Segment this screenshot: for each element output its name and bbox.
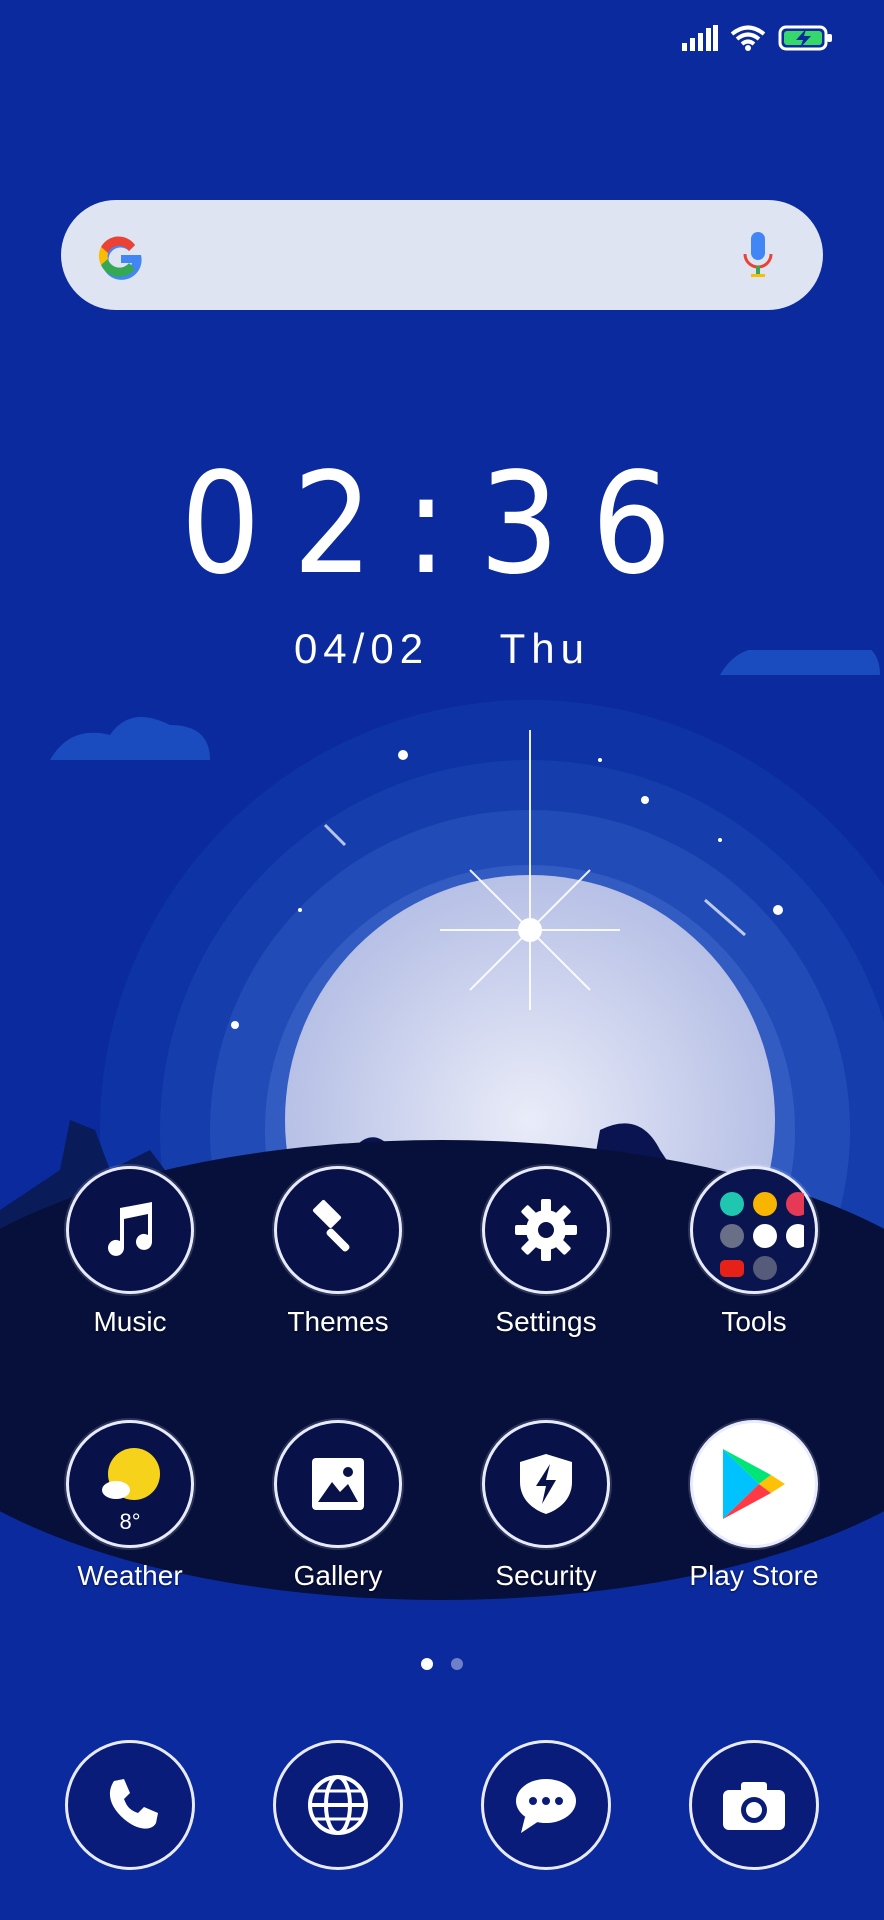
app-label: Gallery [293, 1560, 383, 1591]
dock-phone-circle [65, 1740, 195, 1870]
weather-temp: 8° [119, 1509, 141, 1534]
dock-messages[interactable] [481, 1740, 611, 1870]
app-label: Settings [495, 1306, 597, 1337]
app-label: Tools [721, 1306, 787, 1337]
app-tools-circle [690, 1166, 818, 1294]
google-logo-icon [98, 236, 142, 280]
mic-icon[interactable] [733, 230, 783, 280]
app-play-store[interactable]: Play Store [654, 1420, 854, 1592]
app-play-store-circle [690, 1420, 818, 1548]
app-label: Themes [287, 1306, 389, 1337]
folder-icon [720, 1192, 804, 1280]
clock-date-row[interactable]: 04/02 Thu [0, 625, 884, 673]
play-store-icon [723, 1449, 785, 1519]
page-indicator[interactable] [0, 1658, 884, 1670]
message-icon [516, 1779, 576, 1833]
signal-icon [682, 25, 718, 51]
camera-icon [723, 1782, 785, 1830]
wifi-icon [730, 25, 766, 51]
app-music[interactable]: Music [30, 1166, 230, 1338]
app-themes-circle [274, 1166, 402, 1294]
app-label: Music [93, 1306, 167, 1337]
app-tools-folder[interactable]: Tools [654, 1166, 854, 1338]
music-note-icon [108, 1202, 152, 1256]
dock-camera-circle [689, 1740, 819, 1870]
status-icons [682, 25, 834, 51]
status-bar [0, 0, 884, 80]
app-security-circle [482, 1420, 610, 1548]
app-label: Play Store [689, 1560, 819, 1591]
globe-icon [308, 1775, 368, 1835]
search-bar[interactable] [61, 200, 823, 310]
app-label: Weather [77, 1560, 183, 1591]
gear-icon [515, 1199, 577, 1261]
app-security[interactable]: Security [446, 1420, 646, 1592]
app-settings-circle [482, 1166, 610, 1294]
battery-charging-icon [778, 25, 832, 51]
page-dot-active[interactable] [421, 1658, 433, 1670]
app-settings[interactable]: Settings [446, 1166, 646, 1338]
dock-camera[interactable] [689, 1740, 819, 1870]
app-gallery[interactable]: Gallery [238, 1420, 438, 1592]
app-weather-circle: 8° [66, 1420, 194, 1548]
page-dot[interactable] [451, 1658, 463, 1670]
dock-browser-circle [273, 1740, 403, 1870]
shield-bolt-icon [520, 1454, 572, 1514]
image-icon [312, 1458, 364, 1510]
app-weather[interactable]: 8° Weather [30, 1420, 230, 1592]
clock-date: 04/02 [293, 625, 430, 672]
dock-browser[interactable] [273, 1740, 403, 1870]
app-label: Security [495, 1560, 597, 1591]
paintbrush-icon [312, 1199, 350, 1252]
app-themes[interactable]: Themes [238, 1166, 438, 1338]
clock-time[interactable]: 02:36 [0, 455, 884, 595]
dock-messages-circle [481, 1740, 611, 1870]
phone-icon [109, 1779, 158, 1829]
app-gallery-circle [274, 1420, 402, 1548]
app-music-circle [66, 1166, 194, 1294]
clock-day: Thu [499, 625, 591, 672]
dock-phone[interactable] [65, 1740, 195, 1870]
